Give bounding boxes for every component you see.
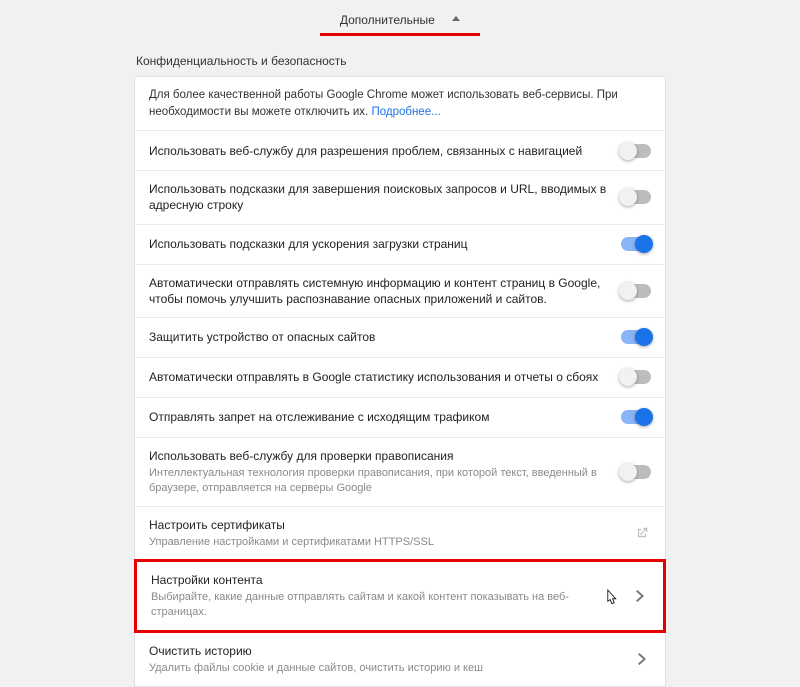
setting-search-suggest: Использовать подсказки для завершения по… [135, 170, 665, 223]
setting-safe-browsing: Защитить устройство от опасных сайтов [135, 317, 665, 357]
intro-text: Для более качественной работы Google Chr… [149, 87, 639, 120]
clear-history-row[interactable]: Очистить историю Удалить файлы cookie и … [135, 632, 665, 686]
setting-title: Автоматически отправлять в Google статис… [149, 369, 609, 385]
toggle-safe-browsing-reports[interactable] [621, 284, 651, 298]
advanced-label: Дополнительные [340, 13, 435, 27]
certs-sub: Управление настройками и сертификатами H… [149, 535, 621, 550]
setting-do-not-track: Отправлять запрет на отслеживание с исхо… [135, 397, 665, 437]
clear-history-title: Очистить историю [149, 643, 621, 659]
clear-history-sub: Удалить файлы cookie и данные сайтов, оч… [149, 661, 621, 676]
toggle-nav-errors[interactable] [621, 144, 651, 158]
setting-title: Защитить устройство от опасных сайтов [149, 329, 609, 345]
setting-title: Отправлять запрет на отслеживание с исхо… [149, 409, 609, 425]
advanced-toggle[interactable]: Дополнительные [0, 12, 800, 27]
chevron-up-icon [452, 16, 460, 21]
highlight-underline [320, 33, 480, 36]
setting-title: Использовать веб-службу для проверки пра… [149, 448, 609, 464]
content-settings-sub: Выбирайте, какие данные отправлять сайта… [151, 590, 619, 620]
content-settings-title: Настройки контента [151, 572, 619, 588]
setting-title: Использовать подсказки для ускорения заг… [149, 236, 609, 252]
privacy-card: Для более качественной работы Google Chr… [134, 76, 666, 687]
external-link-icon [633, 526, 651, 540]
toggle-spellcheck[interactable] [621, 465, 651, 479]
toggle-do-not-track[interactable] [621, 410, 651, 424]
learn-more-link[interactable]: Подробнее... [371, 106, 440, 118]
toggle-preload[interactable] [621, 237, 651, 251]
setting-safe-browsing-reports: Автоматически отправлять системную инфор… [135, 264, 665, 317]
setting-title: Использовать веб-службу для разрешения п… [149, 143, 609, 159]
toggle-safe-browsing[interactable] [621, 330, 651, 344]
intro-row: Для более качественной работы Google Chr… [135, 77, 665, 130]
toggle-search-suggest[interactable] [621, 190, 651, 204]
setting-usage-stats: Автоматически отправлять в Google статис… [135, 357, 665, 397]
setting-preload: Использовать подсказки для ускорения заг… [135, 224, 665, 264]
manage-certificates-row[interactable]: Настроить сертификаты Управление настрой… [135, 506, 665, 560]
chevron-right-icon [633, 653, 651, 665]
content-settings-row[interactable]: Настройки контента Выбирайте, какие данн… [134, 559, 666, 633]
setting-subtitle: Интеллектуальная технология проверки пра… [149, 466, 609, 496]
setting-spellcheck: Использовать веб-службу для проверки пра… [135, 437, 665, 506]
toggle-usage-stats[interactable] [621, 370, 651, 384]
setting-nav-errors: Использовать веб-службу для разрешения п… [135, 130, 665, 170]
certs-title: Настроить сертификаты [149, 517, 621, 533]
section-title: Конфиденциальность и безопасность [134, 54, 666, 68]
chevron-right-icon [631, 590, 649, 602]
setting-title: Использовать подсказки для завершения по… [149, 181, 609, 213]
setting-title: Автоматически отправлять системную инфор… [149, 275, 609, 307]
